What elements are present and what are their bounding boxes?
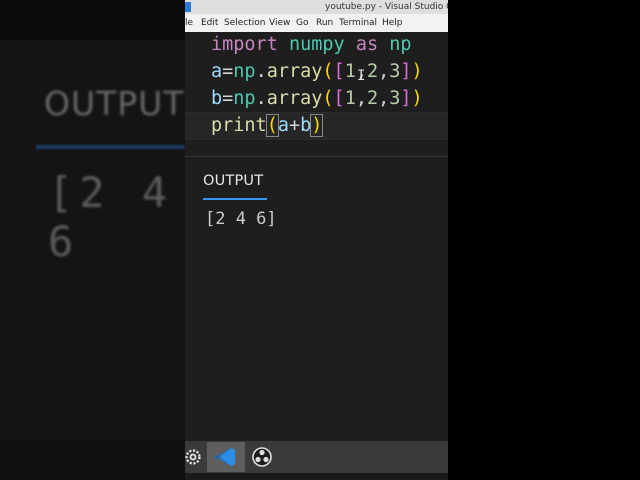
taskbar [185,441,448,473]
token-variable: a [211,61,223,82]
token-keyword: import [211,34,278,55]
vscode-icon [215,448,235,466]
tab-output[interactable]: OUTPUT [203,173,263,189]
menu-file[interactable]: le [185,14,193,32]
token-function: print [211,115,267,136]
token-variable: b [300,115,312,136]
token-variable: a [277,115,289,136]
token-number: 1 [344,88,356,109]
menu-edit[interactable]: Edit [201,14,218,32]
start-button[interactable] [185,441,205,473]
tab-active-indicator [203,198,267,200]
vscode-window: youtube.py - Visual Studio Cod le Edit S… [185,0,448,480]
title-bar[interactable]: youtube.py - Visual Studio Cod [185,0,448,14]
menu-bar: le Edit Selection View Go Run Terminal H… [185,14,448,32]
background-right [448,0,640,480]
window-title: youtube.py - Visual Studio Cod [325,2,448,12]
code-editor[interactable]: import numpy as np a=np.array([1,2,3]) b… [185,32,448,156]
token-module: np [233,61,256,82]
ghost-output-label: OUTPUT [44,84,185,123]
code-line-1[interactable]: import numpy as np [211,32,412,58]
code-line-2[interactable]: a=np.array([1,2,3]) [211,59,423,85]
token-alias: np [389,34,412,55]
obs-taskbar-button[interactable] [247,442,277,472]
obs-icon [252,447,272,467]
output-panel: OUTPUT [2 4 6] [185,157,448,441]
output-content: [2 4 6] [205,209,277,229]
token-function: array [266,88,323,109]
menu-go[interactable]: Go [296,14,308,32]
token-number: 2 [366,61,379,82]
token-number: 3 [389,61,401,82]
code-line-3[interactable]: b=np.array([1,2,3]) [211,86,423,112]
ghost-underline [36,145,185,149]
mouse-cursor-ibeam: I [357,68,366,84]
ghost-output-result: [2 4 6 [48,168,174,266]
vscode-taskbar-button[interactable] [207,442,245,472]
app-icon [185,2,191,12]
code-line-4-current[interactable]: print(a+b) [185,112,448,140]
token-number: 1 [344,61,356,82]
ghost-taskbar [0,440,185,480]
gear-icon [185,449,201,465]
token-module: np [233,88,256,109]
token-module: numpy [288,34,345,55]
token-keyword-as: as [355,34,379,55]
token-number: 2 [366,88,379,109]
background-blur-left: OUTPUT [2 4 6 [0,0,185,480]
token-function: array [266,61,323,82]
ghost-titlebar [0,0,185,40]
menu-help[interactable]: Help [382,14,403,32]
menu-selection[interactable]: Selection [224,14,265,32]
token-variable: b [211,88,223,109]
menu-terminal[interactable]: Terminal [339,14,377,32]
menu-run[interactable]: Run [316,14,333,32]
menu-view[interactable]: View [269,14,290,32]
token-number: 3 [389,88,401,109]
bottom-strip [185,473,448,480]
